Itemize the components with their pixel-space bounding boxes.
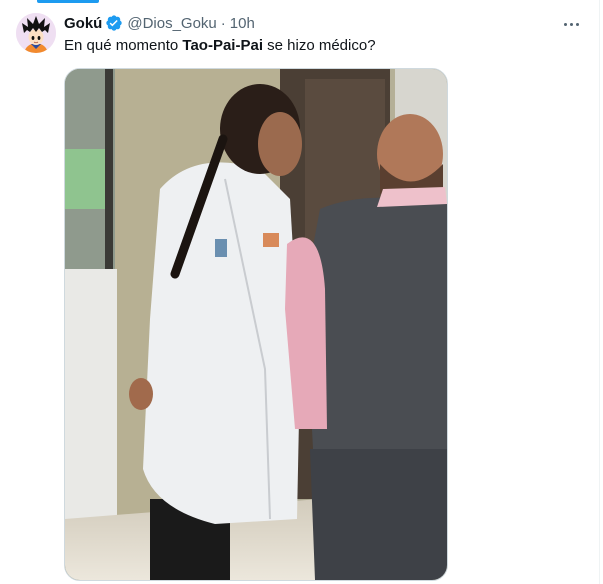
author-handle[interactable]: @Dios_Goku	[127, 15, 216, 32]
goku-avatar-icon	[16, 13, 56, 53]
tweet-photo[interactable]	[64, 68, 448, 581]
more-options-icon[interactable]	[557, 12, 585, 36]
author-name[interactable]: Gokú	[64, 15, 102, 32]
tweet-text-bold: Tao-Pai-Pai	[182, 37, 263, 54]
tweet-text-part: se hizo médico?	[262, 37, 376, 54]
tweet-text-part: En qué momento	[64, 37, 183, 54]
tweet-header: Gokú @Dios_Goku · 10h	[64, 13, 255, 33]
tweet-text: En qué momento Tao-Pai-Pai se hizo médic…	[64, 36, 376, 56]
photo-image	[65, 69, 447, 580]
separator-dot: ·	[220, 14, 226, 32]
timestamp[interactable]: 10h	[230, 15, 255, 32]
tweet[interactable]: Gokú @Dios_Goku · 10h En qué momento Tao…	[0, 0, 600, 584]
avatar[interactable]	[16, 13, 56, 53]
verified-badge-icon[interactable]	[105, 14, 123, 32]
